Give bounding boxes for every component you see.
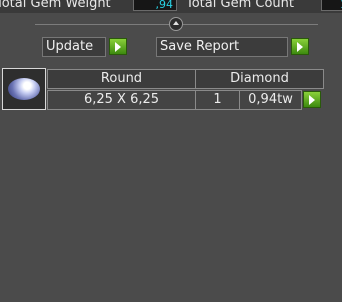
totals-bar: Total Gem Weight ,94 Total Gem Count 1 <box>0 0 342 13</box>
weight-cell: 0,94tw <box>239 90 302 110</box>
total-gem-count-label: Total Gem Count <box>186 0 294 11</box>
total-gem-count-value: 1 <box>321 0 342 11</box>
shape-cell: Round <box>47 69 196 89</box>
total-gem-weight-value: ,94 <box>133 0 177 11</box>
update-button-label: Update <box>46 39 94 54</box>
row-go-icon[interactable] <box>303 91 321 108</box>
divider-left <box>35 24 169 25</box>
save-report-button-label: Save Report <box>160 39 240 54</box>
save-report-button[interactable]: Save Report <box>156 37 288 57</box>
update-button[interactable]: Update <box>42 37 106 57</box>
round-diamond-icon <box>8 78 40 100</box>
total-gem-weight-label: Total Gem Weight <box>0 0 111 11</box>
collapse-arrow-icon[interactable] <box>169 17 183 31</box>
update-go-icon[interactable] <box>109 38 127 55</box>
save-report-go-icon[interactable] <box>291 38 309 55</box>
divider-right <box>183 24 318 25</box>
quantity-cell: 1 <box>195 90 240 110</box>
gem-thumbnail[interactable] <box>2 68 46 110</box>
size-cell: 6,25 X 6,25 <box>47 90 196 110</box>
stone-cell: Diamond <box>195 69 324 89</box>
